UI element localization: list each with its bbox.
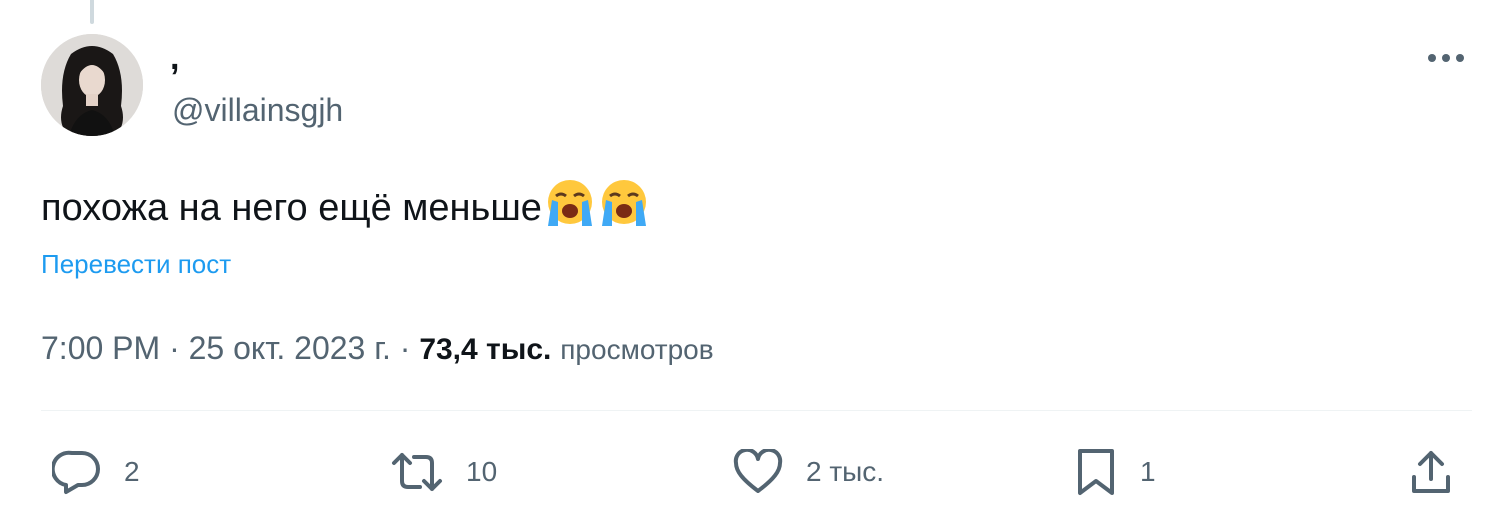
like-icon — [733, 449, 783, 493]
more-icon — [1428, 54, 1464, 62]
repost-button[interactable]: 10 — [390, 446, 497, 498]
tweet-time[interactable]: 7:00 PM — [41, 330, 160, 366]
like-button[interactable]: 2 тыс. — [732, 446, 884, 498]
bookmark-icon — [1078, 449, 1114, 495]
bookmark-button[interactable]: 1 — [1074, 446, 1156, 498]
tweet-text-content: похожа на него ещё меньше — [41, 187, 542, 229]
avatar-image — [41, 34, 143, 136]
bookmark-count: 1 — [1140, 456, 1156, 487]
share-icon — [1412, 451, 1450, 493]
repost-count: 10 — [466, 456, 498, 487]
views-count[interactable]: 73,4 тыс. — [419, 333, 551, 366]
reply-button[interactable]: 2 — [52, 446, 140, 498]
loudly-crying-face-icon — [598, 178, 650, 241]
like-count: 2 тыс. — [806, 456, 885, 487]
reply-icon — [52, 450, 100, 494]
share-button[interactable] — [1406, 446, 1456, 498]
reply-count: 2 — [124, 456, 140, 487]
translate-post-link[interactable]: Перевести пост — [41, 246, 231, 282]
thread-connector-line — [90, 0, 94, 24]
views-label: просмотров — [560, 334, 714, 365]
username[interactable]: @villainsgjh — [172, 90, 343, 130]
display-name[interactable]: , — [170, 38, 179, 78]
repost-icon — [392, 453, 442, 491]
tweet-meta: 7:00 PM · 25 окт. 2023 г. · 73,4 тыс. пр… — [41, 326, 714, 372]
tweet-text: похожа на него ещё меньше — [41, 178, 650, 241]
avatar[interactable] — [41, 34, 143, 136]
tweet-date[interactable]: 25 окт. 2023 г. — [189, 330, 391, 366]
meta-separator: · — [399, 330, 411, 366]
meta-separator: · — [169, 330, 180, 366]
divider — [41, 410, 1472, 411]
loudly-crying-face-icon — [544, 178, 596, 241]
more-options-button[interactable] — [1420, 40, 1472, 76]
